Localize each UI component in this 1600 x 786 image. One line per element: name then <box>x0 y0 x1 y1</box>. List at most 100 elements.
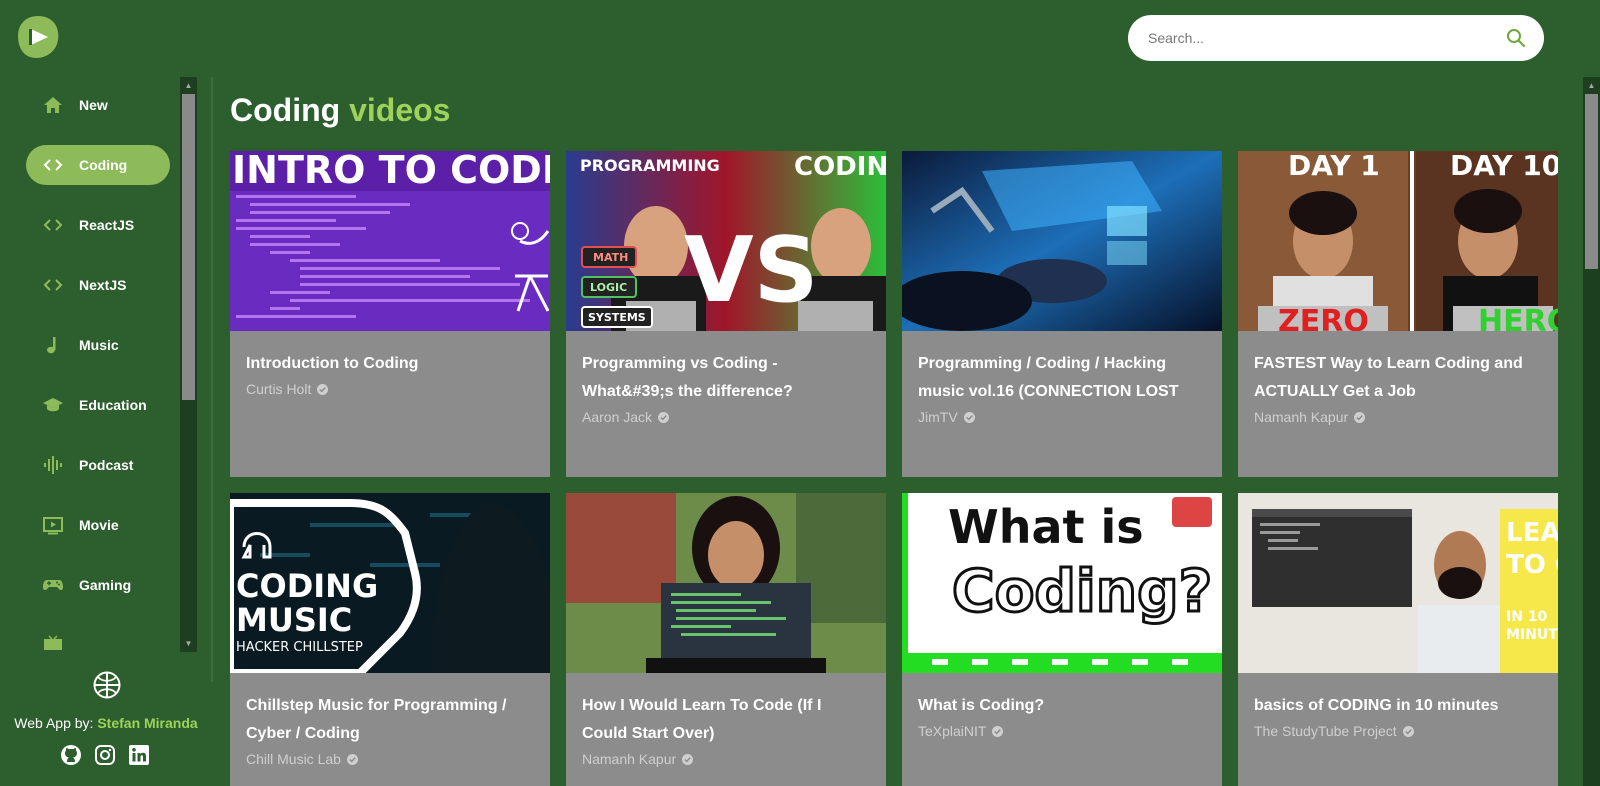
thumbnail-text: INTRO TO CODIN <box>232 151 550 192</box>
video-thumbnail[interactable]: LEAR TO CO IN 10 MINUT <box>1238 493 1558 673</box>
video-thumbnail[interactable] <box>902 151 1222 331</box>
channel-name[interactable]: TeXplaiNIT <box>918 720 986 742</box>
thumbnail-text: DAY 1 <box>1288 151 1380 182</box>
video-title[interactable]: Introduction to Coding <box>246 350 534 378</box>
author-credit: Web App by: Stefan Miranda <box>0 715 212 731</box>
scroll-up-arrow[interactable]: ▲ <box>180 77 197 94</box>
verified-icon <box>682 753 694 765</box>
video-title[interactable]: Programming vs Coding - What&#39;s the d… <box>582 350 870 406</box>
linkedin-icon[interactable] <box>128 744 150 766</box>
thumbnail-text: DAY 100 <box>1450 151 1558 182</box>
sidebar-scrollbar[interactable]: ▲ ▼ <box>180 77 197 652</box>
scrollbar-thumb[interactable] <box>1585 94 1598 269</box>
sidebar-item-reactjs[interactable]: ReactJS <box>26 205 170 245</box>
thumbnail-tag: ZERO <box>1278 304 1369 331</box>
channel-name[interactable]: Curtis Holt <box>246 378 311 400</box>
app-window: New Coding ReactJS NextJS <box>0 0 1600 786</box>
sidebar-item-label: Music <box>79 337 119 353</box>
video-thumbnail[interactable]: VS MATH LOGIC SYSTEMS PROGRAMMING CODIN <box>566 151 886 331</box>
app-logo[interactable] <box>16 14 60 60</box>
tv-icon <box>44 635 62 650</box>
sidebar-item-label: Movie <box>79 517 119 533</box>
thumbnail-text: HACKER CHILLSTEP <box>236 640 363 655</box>
audio-wave-icon <box>44 456 62 474</box>
channel-name[interactable]: JimTV <box>918 406 958 428</box>
play-screen-icon <box>43 517 63 535</box>
home-icon <box>44 97 62 113</box>
video-card[interactable]: INTRO TO CODIN Introduction to Coding Cu… <box>230 151 550 477</box>
video-card[interactable]: LEAR TO CO IN 10 MINUT basics of CODING … <box>1238 493 1558 786</box>
thumbnail-text: MUSIC <box>236 601 352 639</box>
video-card[interactable]: VS MATH LOGIC SYSTEMS PROGRAMMING CODIN … <box>566 151 886 477</box>
credit-prefix: Web App by: <box>14 715 94 731</box>
video-thumbnail[interactable]: CODING MUSIC HACKER CHILLSTEP <box>230 493 550 673</box>
author-logo-icon <box>93 671 121 699</box>
video-title[interactable]: basics of CODING in 10 minutes <box>1254 692 1542 720</box>
video-card[interactable]: How I Would Learn To Code (If I Could St… <box>566 493 886 786</box>
thumbnail-text: MINUT <box>1506 627 1558 643</box>
channel-name[interactable]: Aaron Jack <box>582 406 652 428</box>
page-title: Coding videos <box>230 92 450 129</box>
video-card[interactable]: CODING MUSIC HACKER CHILLSTEP Chillstep … <box>230 493 550 786</box>
sidebar-item-podcast[interactable]: Podcast <box>26 445 170 485</box>
thumbnail-tag: LOGIC <box>590 281 627 294</box>
channel-name[interactable]: Namanh Kapur <box>1254 406 1348 428</box>
sidebar-item-label: New <box>79 97 108 113</box>
sidebar-item-movie[interactable]: Movie <box>26 505 170 545</box>
thumbnail-tag: SYSTEMS <box>588 311 646 324</box>
instagram-icon[interactable] <box>94 744 116 766</box>
channel-name[interactable]: The StudyTube Project <box>1254 720 1397 742</box>
page-title-category: Coding <box>230 92 341 128</box>
code-icon <box>43 219 63 231</box>
main-scrollbar[interactable]: ▲ <box>1583 77 1600 786</box>
sidebar-item-label: NextJS <box>79 277 127 293</box>
search-bar <box>1128 15 1544 61</box>
code-icon <box>43 159 63 171</box>
video-thumbnail[interactable]: DAY 1 DAY 100 ZERO HERO <box>1238 151 1558 331</box>
thumbnail-text: CODING <box>236 567 378 605</box>
verified-icon <box>317 383 329 395</box>
thumbnail-tag: MATH <box>593 251 628 264</box>
sidebar-item-label: Gaming <box>79 577 132 593</box>
video-thumbnail[interactable]: What is Coding? <box>902 493 1222 673</box>
gamepad-icon <box>43 580 63 591</box>
video-title[interactable]: Programming / Coding / Hacking music vol… <box>918 350 1206 406</box>
video-title[interactable]: FASTEST Way to Learn Coding and ACTUALLY… <box>1254 350 1542 406</box>
video-card[interactable]: What is Coding? What is Coding? TeXplaiN… <box>902 493 1222 786</box>
sidebar-item-gaming[interactable]: Gaming <box>26 565 170 605</box>
video-title[interactable]: What is Coding? <box>918 692 1206 720</box>
video-card[interactable]: DAY 1 DAY 100 ZERO HERO FASTEST Way to L… <box>1238 151 1558 477</box>
sidebar-item-music[interactable]: Music <box>26 325 170 365</box>
github-icon[interactable] <box>60 744 82 766</box>
video-thumbnail[interactable] <box>566 493 886 673</box>
video-title[interactable]: How I Would Learn To Code (If I Could St… <box>582 692 870 748</box>
sidebar-item-education[interactable]: Education <box>26 385 170 425</box>
verified-icon <box>992 725 1004 737</box>
sidebar-item-partial[interactable] <box>26 625 170 650</box>
sidebar-item-new[interactable]: New <box>26 85 170 125</box>
video-thumbnail[interactable]: INTRO TO CODIN <box>230 151 550 331</box>
search-input[interactable] <box>1148 30 1506 46</box>
author-name[interactable]: Stefan Miranda <box>97 715 197 731</box>
search-icon[interactable] <box>1506 28 1526 48</box>
sidebar: New Coding ReactJS NextJS Music Educatio… <box>0 77 180 650</box>
scroll-down-arrow[interactable]: ▼ <box>180 635 197 652</box>
video-title[interactable]: Chillstep Music for Programming / Cyber … <box>246 692 534 748</box>
verified-icon <box>346 753 358 765</box>
channel-name[interactable]: Chill Music Lab <box>246 748 341 770</box>
graduation-cap-icon <box>43 398 63 412</box>
sidebar-item-label: ReactJS <box>79 217 135 233</box>
video-card[interactable]: Programming / Coding / Hacking music vol… <box>902 151 1222 477</box>
channel-name[interactable]: Namanh Kapur <box>582 748 676 770</box>
scrollbar-thumb[interactable] <box>182 94 195 400</box>
sidebar-item-nextjs[interactable]: NextJS <box>26 265 170 305</box>
social-links <box>60 744 150 766</box>
sidebar-divider <box>211 77 213 682</box>
thumbnail-text: IN 10 <box>1506 609 1548 625</box>
sidebar-item-coding[interactable]: Coding <box>26 145 170 185</box>
code-icon <box>43 279 63 291</box>
scroll-up-arrow[interactable]: ▲ <box>1583 77 1600 94</box>
thumbnail-text: Coding? <box>952 557 1212 625</box>
sidebar-item-label: Coding <box>79 157 128 173</box>
video-grid: INTRO TO CODIN Introduction to Coding Cu… <box>230 151 1560 786</box>
